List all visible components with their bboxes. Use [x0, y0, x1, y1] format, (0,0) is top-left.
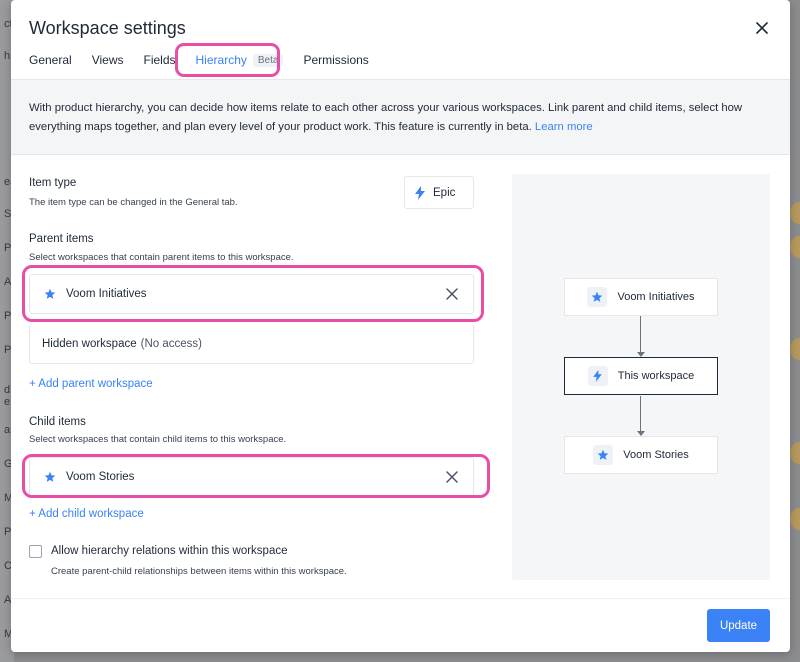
- hierarchy-diagram: Voom Initiatives This workspace Voom Sto…: [512, 174, 770, 580]
- modal-footer: Update: [11, 598, 790, 652]
- info-text: With product hierarchy, you can decide h…: [29, 102, 743, 133]
- hidden-workspace-label: Hidden workspace: [42, 338, 137, 350]
- workspace-settings-modal: Workspace settings General Views Fields …: [11, 0, 790, 652]
- hidden-workspace-note: (No access): [140, 338, 202, 350]
- diagram-node-current: This workspace: [564, 357, 718, 395]
- close-icon: [756, 22, 768, 34]
- bg-label: h: [4, 50, 11, 62]
- lightning-icon: [587, 366, 608, 386]
- child-items-subtitle: Select workspaces that contain child ite…: [29, 434, 287, 445]
- beta-badge: Beta: [252, 53, 284, 67]
- info-banner: With product hierarchy, you can decide h…: [11, 80, 790, 155]
- allow-hierarchy-checkbox[interactable]: [29, 545, 42, 558]
- diagram-node-label: Voom Stories: [623, 449, 689, 461]
- diagram-node-label: This workspace: [617, 370, 695, 382]
- modal-title: Workspace settings: [29, 18, 186, 38]
- diagram-connector: [640, 396, 641, 432]
- allow-hierarchy-label: Allow hierarchy relations within this wo…: [51, 545, 288, 557]
- modal-header: Workspace settings General Views Fields …: [11, 0, 790, 80]
- update-button[interactable]: Update: [707, 609, 770, 642]
- add-child-workspace-link[interactable]: + Add child workspace: [29, 508, 144, 520]
- star-icon: [44, 288, 56, 300]
- diagram-node-parent: Voom Initiatives: [564, 278, 718, 316]
- tab-views[interactable]: Views: [92, 52, 124, 68]
- item-type-value: Epic: [404, 176, 474, 209]
- hidden-workspace-row: Hidden workspace (No access): [29, 325, 474, 364]
- parent-items-title: Parent items: [29, 233, 94, 245]
- parent-workspace-voom-initiatives: Voom Initiatives: [29, 274, 474, 314]
- parent-items-subtitle: Select workspaces that contain parent it…: [29, 252, 294, 263]
- tab-hierarchy[interactable]: Hierarchy Beta: [196, 52, 284, 68]
- child-workspace-label: Voom Stories: [66, 471, 135, 483]
- tab-general[interactable]: General: [29, 52, 72, 68]
- diagram-node-child: Voom Stories: [564, 436, 718, 474]
- tab-permissions[interactable]: Permissions: [303, 52, 368, 68]
- allow-hierarchy-description: Create parent-child relationships betwee…: [51, 566, 347, 577]
- parent-workspace-label: Voom Initiatives: [66, 288, 147, 300]
- tab-fields[interactable]: Fields: [144, 52, 176, 68]
- remove-parent-icon[interactable]: [445, 287, 459, 301]
- add-parent-workspace-link[interactable]: + Add parent workspace: [29, 378, 153, 390]
- learn-more-link[interactable]: Learn more: [535, 121, 593, 133]
- diagram-node-label: Voom Initiatives: [617, 291, 695, 303]
- lightning-icon: [415, 185, 425, 200]
- remove-child-icon[interactable]: [445, 470, 459, 484]
- child-items-title: Child items: [29, 416, 86, 428]
- item-type-title: Item type: [29, 177, 77, 189]
- close-button[interactable]: [752, 18, 772, 38]
- tab-bar: General Views Fields Hierarchy Beta Perm…: [29, 52, 389, 68]
- diagram-connector: [640, 316, 641, 353]
- item-type-subtitle: The item type can be changed in the Gene…: [29, 197, 238, 208]
- star-icon: [44, 471, 56, 483]
- star-icon: [587, 287, 608, 307]
- star-icon: [593, 445, 614, 465]
- child-workspace-voom-stories: Voom Stories: [29, 457, 474, 497]
